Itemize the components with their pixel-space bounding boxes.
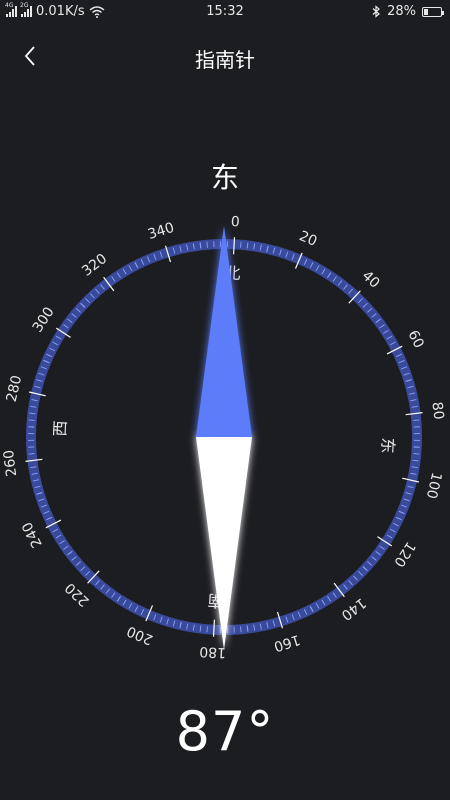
minor-tick (413, 426, 420, 428)
degree-label: 320 (79, 251, 110, 280)
degree-label: 160 (272, 631, 302, 654)
minor-tick (226, 626, 228, 633)
compass-needle (196, 226, 252, 650)
minor-tick (220, 241, 222, 248)
degree-label: 0 (230, 214, 240, 230)
needle-north (196, 226, 252, 437)
degree-label: 40 (359, 268, 383, 292)
minor-tick (213, 241, 215, 248)
degree-label: 240 (19, 519, 45, 550)
cardinal-label: 西 (50, 420, 70, 437)
degree-label: 200 (125, 622, 156, 647)
degree-label: 260 (1, 449, 20, 477)
heading-degrees: 87° (175, 700, 275, 763)
degree-label: 20 (297, 228, 320, 250)
degree-label: 120 (390, 539, 418, 570)
cardinal-label: 东 (378, 437, 398, 454)
degree-label: 180 (199, 643, 227, 660)
minor-tick (413, 433, 420, 435)
degree-label: 60 (404, 328, 426, 351)
minor-tick (28, 446, 35, 448)
minor-tick (28, 439, 35, 441)
minor-tick (28, 433, 35, 435)
minor-tick (233, 626, 235, 633)
compass-screen: 4G 2G 0.01K/s 15:32 28% 指南针 东 0 20 40 60… (0, 0, 450, 800)
degree-label: 220 (62, 579, 92, 609)
needle-south (196, 437, 252, 650)
degree-label: 280 (4, 374, 26, 404)
minor-tick (240, 241, 242, 248)
degree-label: 80 (428, 401, 446, 421)
degree-label: 340 (146, 220, 176, 243)
degree-label: 300 (30, 304, 58, 335)
minor-tick (28, 419, 35, 421)
minor-tick (226, 241, 228, 248)
minor-tick (220, 626, 222, 633)
degree-label: 100 (423, 471, 445, 501)
compass-dial: 0 20 40 60 80 100 120 140 160 180 200 220 240 260 280 3… (1, 214, 446, 660)
minor-tick (413, 439, 420, 441)
minor-tick (206, 626, 208, 633)
minor-tick (413, 453, 420, 455)
degree-label: 140 (338, 594, 369, 623)
